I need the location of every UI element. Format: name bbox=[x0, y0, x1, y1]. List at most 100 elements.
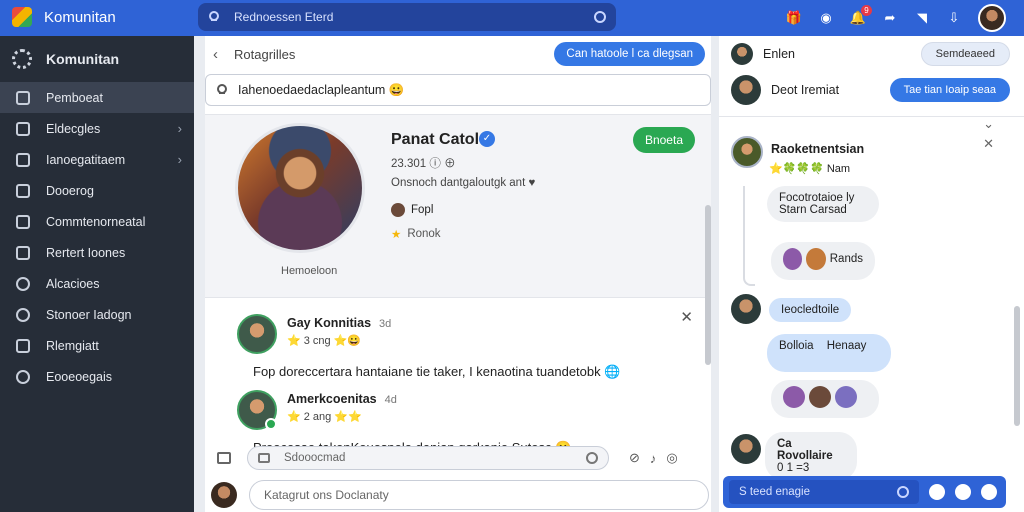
flag-icon bbox=[16, 338, 30, 353]
sidebar-item-ianoegatitaem[interactable]: Ianoegatitaem › bbox=[0, 144, 194, 175]
post-item[interactable]: Amerkcoenitas 4d ⭐ 2 ang ⭐⭐ bbox=[205, 390, 711, 430]
verified-icon: ✓ bbox=[479, 131, 495, 147]
post-item[interactable]: Gay Konnitias 3d ⭐ 3 cng ⭐😀 bbox=[205, 314, 711, 354]
main-search-input[interactable]: Iahenoedaedaclapleantum 😀 bbox=[205, 74, 711, 106]
sidebar-item-label: Eldecgles bbox=[46, 121, 101, 136]
global-search[interactable]: Rednoessen Eterd bbox=[198, 3, 616, 31]
search-value: Iahenoedaedaclapleantum 😀 bbox=[238, 82, 405, 97]
app-logo-icon[interactable] bbox=[12, 7, 32, 27]
contact-avatar[interactable] bbox=[731, 75, 761, 105]
reaction-label: Rands bbox=[829, 253, 863, 265]
image-icon[interactable] bbox=[217, 452, 231, 464]
gift-icon[interactable]: 🎁 bbox=[784, 8, 804, 28]
post-author-name: Amerkcoenitas bbox=[287, 392, 377, 406]
send-icon[interactable] bbox=[981, 484, 997, 500]
contact-action-button[interactable]: Tae tian Ioaip seaa bbox=[889, 78, 1010, 102]
gear-icon bbox=[12, 49, 32, 69]
message-text: Bolloia bbox=[779, 340, 814, 352]
profile-detail: Fopl bbox=[391, 203, 433, 217]
sidebar: Komunitan Pemboeat Eldecgles › Ianoegatit… bbox=[0, 36, 194, 512]
message-text: Starn Carsad bbox=[779, 204, 847, 216]
sidebar-item-rertert-ioones[interactable]: Rertert Ioones bbox=[0, 237, 194, 268]
gif-icon[interactable]: ⊘ bbox=[629, 450, 640, 466]
contact-name: Deot Iremiat bbox=[771, 83, 840, 97]
message-avatar[interactable] bbox=[731, 294, 761, 324]
message-bubble[interactable]: Ieocledtoile bbox=[769, 298, 852, 322]
online-status-icon bbox=[265, 418, 277, 430]
sidebar-item-dooerog[interactable]: Dooerog bbox=[0, 175, 194, 206]
profile-bio: Onsnoch dantgaloutgk ant ♥ bbox=[391, 177, 536, 189]
chat-input[interactable]: S teed enagie bbox=[729, 480, 919, 504]
settings-icon bbox=[16, 307, 30, 322]
sticker-icon[interactable] bbox=[955, 484, 971, 500]
chat-contact[interactable]: Deot Iremiat Tae tian Ioaip seaa bbox=[719, 70, 1024, 110]
close-icon[interactable]: ✕ bbox=[680, 308, 693, 326]
profile-name: Panat Catolo bbox=[391, 131, 489, 148]
post-avatar[interactable] bbox=[237, 390, 277, 430]
chat-avatar[interactable] bbox=[731, 43, 753, 65]
calendar-icon bbox=[16, 152, 30, 167]
chevron-down-icon[interactable]: ⌄ bbox=[983, 116, 994, 132]
download-icon[interactable]: ⇩ bbox=[944, 8, 964, 28]
header-action-button[interactable]: Can hatoole l ca dlegsan bbox=[554, 42, 705, 66]
top-bar: Komunitan Rednoessen Eterd 🎁 ◉ 🔔 9 ➦ ◥ ⇩ bbox=[0, 0, 1024, 36]
refresh-icon[interactable] bbox=[594, 11, 606, 23]
chat-header-button[interactable]: Semdeaeed bbox=[920, 42, 1010, 66]
emoji-icon bbox=[809, 386, 831, 408]
comment-input[interactable]: Sdooocmad bbox=[247, 446, 609, 470]
settings-icon[interactable]: ◎ bbox=[666, 450, 677, 466]
app-title: Komunitan bbox=[44, 9, 116, 26]
user-avatar[interactable] bbox=[978, 4, 1006, 32]
sidebar-item-pemboeat[interactable]: Pemboeat bbox=[0, 82, 194, 113]
profile-rank: ★ Ronok bbox=[391, 227, 441, 241]
post-text: Fop doreccertara hantaiane tie taker, I … bbox=[253, 364, 621, 379]
main-panel: ‹ Rotagrilles Can hatoole l ca dlegsan I… bbox=[205, 36, 711, 512]
chat-icon bbox=[16, 183, 30, 198]
attach-icon[interactable]: ♪ bbox=[650, 451, 657, 466]
sidebar-item-rlemgiatt[interactable]: Rlemgiatt bbox=[0, 330, 194, 361]
message-bubble[interactable]: Bolloia Henaay bbox=[767, 334, 891, 372]
chat-panel: Enlen Semdeaeed Deot Iremiat Tae tian Io… bbox=[719, 36, 1024, 512]
emoji-icon[interactable] bbox=[586, 452, 598, 464]
toolbar-icons: 🎁 ◉ 🔔 9 ➦ ◥ ⇩ bbox=[772, 0, 1024, 36]
close-icon[interactable]: ✕ bbox=[983, 136, 994, 152]
reaction-bubble[interactable] bbox=[771, 380, 879, 418]
sidebar-item-label: Ianoegatitaem bbox=[46, 152, 126, 167]
recommendation-sub: ⭐🍀🍀🍀 Nam bbox=[769, 163, 851, 175]
sidebar-item-commtenorneatal[interactable]: Commtenorneatal bbox=[0, 206, 194, 237]
message-text: Focotrotaioe ly bbox=[779, 192, 855, 204]
star-icon: ★ bbox=[391, 229, 402, 241]
message-avatar[interactable] bbox=[731, 434, 761, 464]
sidebar-item-eldecgles[interactable]: Eldecgles › bbox=[0, 113, 194, 144]
user-icon bbox=[208, 11, 219, 23]
video-icon bbox=[16, 214, 30, 229]
camera-icon[interactable]: ◉ bbox=[816, 8, 836, 28]
back-arrow-icon[interactable]: ‹ bbox=[213, 46, 218, 63]
notification-icon[interactable]: 🔔 9 bbox=[848, 5, 872, 28]
message-bubble[interactable]: Focotrotaioe ly Starn Carsad bbox=[767, 186, 879, 222]
post-meta: ⭐ 3 cng ⭐😀 bbox=[287, 335, 362, 347]
sidebar-item-stonoer-iadogn[interactable]: Stonoer Iadogn bbox=[0, 299, 194, 330]
attach-icon[interactable] bbox=[929, 484, 945, 500]
scrollbar[interactable] bbox=[1014, 306, 1020, 426]
camera-icon[interactable] bbox=[258, 453, 270, 463]
post-meta: ⭐ 2 ang ⭐⭐ bbox=[287, 411, 362, 423]
sidebar-item-alcacioes[interactable]: Alcacioes bbox=[0, 268, 194, 299]
message-bubble[interactable]: Ca Rovollaire 0 1 =3 bbox=[765, 432, 857, 480]
sidebar-item-eooeoegais[interactable]: Eooeoegais bbox=[0, 361, 194, 392]
profile-card: Hemoeloon Panat Catolo ✓ 23.301 ⓘ ⊕ Onsn… bbox=[205, 114, 711, 365]
follow-button[interactable]: Bnoeta bbox=[632, 127, 695, 153]
chevron-right-icon: › bbox=[177, 121, 182, 136]
sidebar-brand[interactable]: Komunitan bbox=[0, 36, 194, 82]
reaction-bubble[interactable]: Rands bbox=[771, 242, 875, 280]
profile-avatar[interactable] bbox=[235, 123, 365, 253]
emoji-icon bbox=[835, 386, 857, 408]
reply-input[interactable]: Katagrut ons Doclanaty bbox=[249, 480, 709, 510]
share-icon[interactable]: ➦ bbox=[880, 8, 900, 28]
post-avatar[interactable] bbox=[237, 314, 277, 354]
sidebar-item-label: Commtenorneatal bbox=[46, 214, 146, 229]
emoji-icon[interactable] bbox=[897, 486, 909, 498]
chevron-right-icon: › bbox=[177, 152, 182, 167]
bookmark-icon[interactable]: ◥ bbox=[912, 8, 932, 28]
breadcrumb: Rotagrilles bbox=[234, 46, 296, 62]
